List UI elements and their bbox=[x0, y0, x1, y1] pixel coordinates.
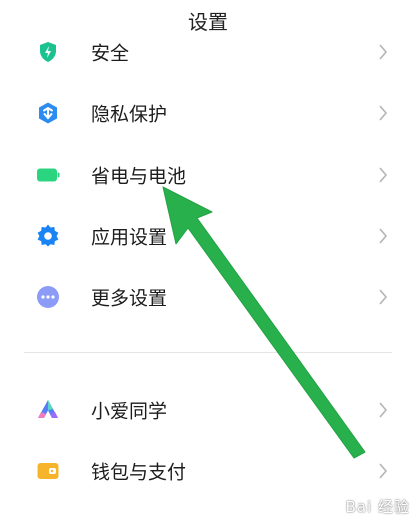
watermark: Bai 经验 bbox=[345, 498, 410, 516]
annotation-arrow bbox=[162, 186, 366, 459]
annotation-arrow-shape bbox=[162, 186, 366, 459]
